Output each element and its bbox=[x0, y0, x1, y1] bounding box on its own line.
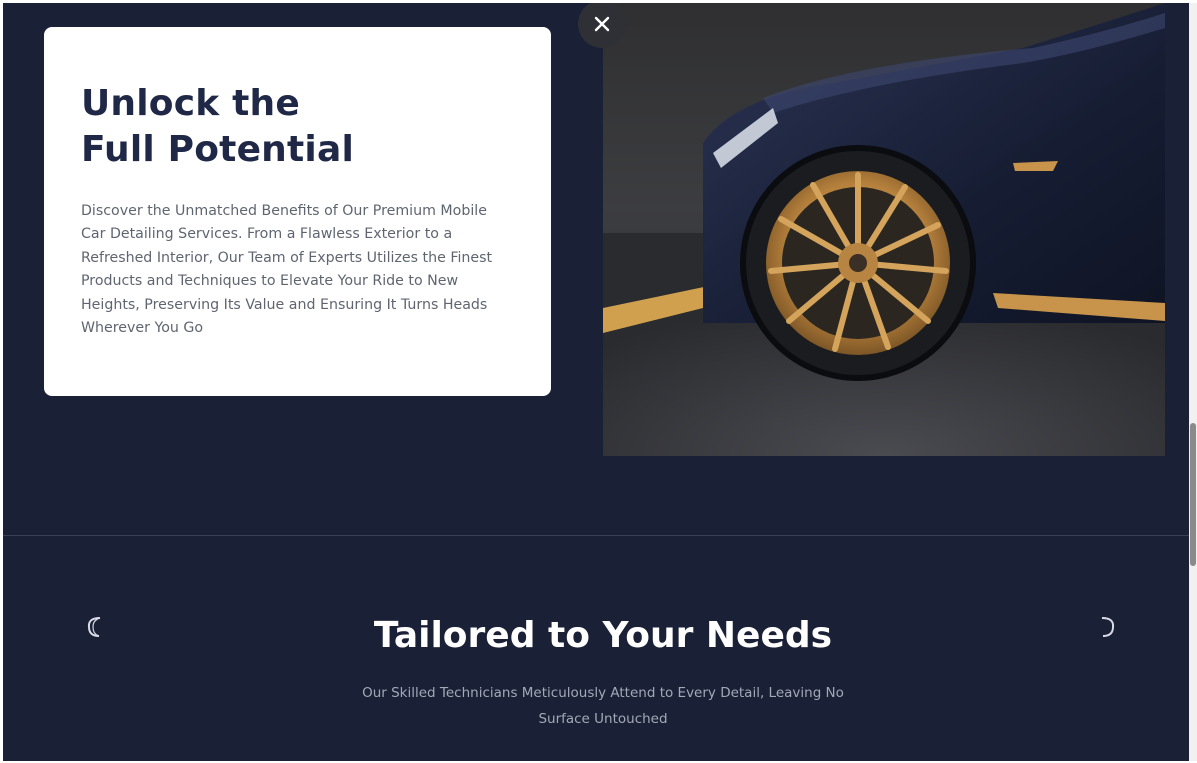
hero-title: Unlock the Full Potential bbox=[81, 81, 514, 173]
hero-card: Unlock the Full Potential Discover the U… bbox=[44, 27, 551, 396]
page-scrollbar[interactable] bbox=[1189, 3, 1197, 761]
section-title: Tailored to Your Needs bbox=[373, 615, 833, 656]
carousel-next-button[interactable] bbox=[1095, 614, 1119, 640]
hero-title-line2: Full Potential bbox=[81, 129, 354, 170]
scrollbar-thumb[interactable] bbox=[1190, 423, 1196, 566]
chevron-right-icon bbox=[1101, 617, 1115, 637]
car-illustration bbox=[603, 3, 1165, 456]
hero-title-line1: Unlock the bbox=[81, 83, 301, 124]
car-wheel-photo bbox=[603, 3, 1165, 456]
section-divider bbox=[3, 535, 1189, 536]
section-subtitle: Our Skilled Technicians Meticulously Att… bbox=[362, 685, 844, 727]
page-viewport: Unlock the Full Potential Discover the U… bbox=[3, 3, 1189, 761]
hero-description: Discover the Unmatched Benefits of Our P… bbox=[81, 203, 493, 337]
close-icon bbox=[594, 16, 610, 32]
